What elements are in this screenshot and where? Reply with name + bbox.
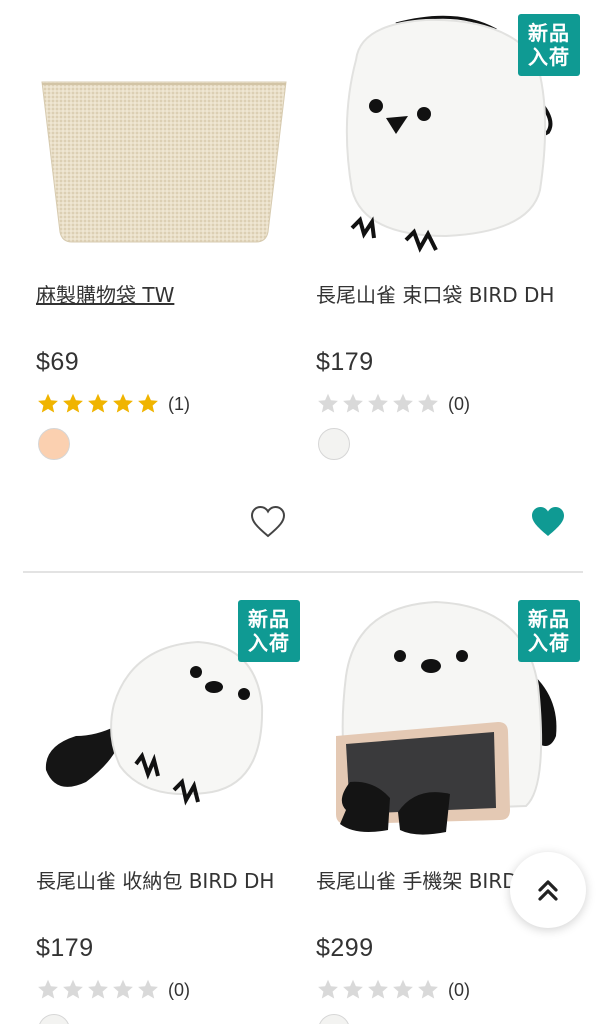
star-empty-icon (88, 979, 108, 999)
heart-outline-icon[interactable] (250, 505, 286, 539)
star-filled-icon (88, 393, 108, 413)
star-rating (36, 392, 160, 416)
star-empty-icon (318, 979, 338, 999)
rating-count: (1) (168, 393, 190, 414)
new-arrival-badge: 新品 入荷 (238, 600, 300, 662)
star-rating (316, 392, 440, 416)
product-grid-page: 麻製購物袋 TW $69 (1) 新品 入荷 長尾山雀 束口袋 BIRD DH … (0, 0, 606, 1024)
star-filled-icon (113, 393, 133, 413)
product-rating: (0) (316, 978, 470, 1002)
rating-count: (0) (448, 393, 470, 414)
star-filled-icon (63, 393, 83, 413)
star-rating (36, 978, 160, 1002)
star-empty-icon (38, 979, 58, 999)
rating-count: (0) (168, 979, 190, 1000)
row-divider (23, 571, 583, 573)
product-price: $179 (36, 934, 94, 962)
color-swatch[interactable] (318, 1014, 350, 1024)
product-name-link[interactable]: 長尾山雀 收納包 BIRD DH (36, 866, 276, 897)
rating-count: (0) (448, 979, 470, 1000)
star-rating (316, 978, 440, 1002)
star-empty-icon (368, 393, 388, 413)
product-name-link[interactable]: 麻製購物袋 TW (36, 280, 276, 311)
star-filled-icon (38, 393, 58, 413)
new-arrival-badge: 新品 入荷 (518, 14, 580, 76)
product-price: $69 (36, 348, 80, 376)
product-rating: (1) (36, 392, 190, 416)
star-empty-icon (113, 979, 133, 999)
star-empty-icon (418, 393, 438, 413)
product-rating: (0) (316, 392, 470, 416)
star-empty-icon (368, 979, 388, 999)
double-chevron-up-icon (538, 880, 558, 901)
star-filled-icon (138, 393, 158, 413)
star-empty-icon (63, 979, 83, 999)
new-arrival-badge: 新品 入荷 (518, 600, 580, 662)
heart-filled-icon[interactable] (530, 505, 566, 539)
product-image-jute-bag[interactable] (36, 0, 306, 270)
star-empty-icon (418, 979, 438, 999)
product-name-link[interactable]: 長尾山雀 束口袋 BIRD DH (316, 280, 556, 311)
star-empty-icon (138, 979, 158, 999)
color-swatch[interactable] (38, 1014, 70, 1024)
star-empty-icon (318, 393, 338, 413)
scroll-to-top-button[interactable] (510, 852, 586, 928)
color-swatch[interactable] (318, 428, 350, 460)
star-empty-icon (343, 393, 363, 413)
star-empty-icon (393, 979, 413, 999)
star-empty-icon (343, 979, 363, 999)
product-rating: (0) (36, 978, 190, 1002)
color-swatch[interactable] (38, 428, 70, 460)
star-empty-icon (393, 393, 413, 413)
product-price: $299 (316, 934, 374, 962)
product-price: $179 (316, 348, 374, 376)
